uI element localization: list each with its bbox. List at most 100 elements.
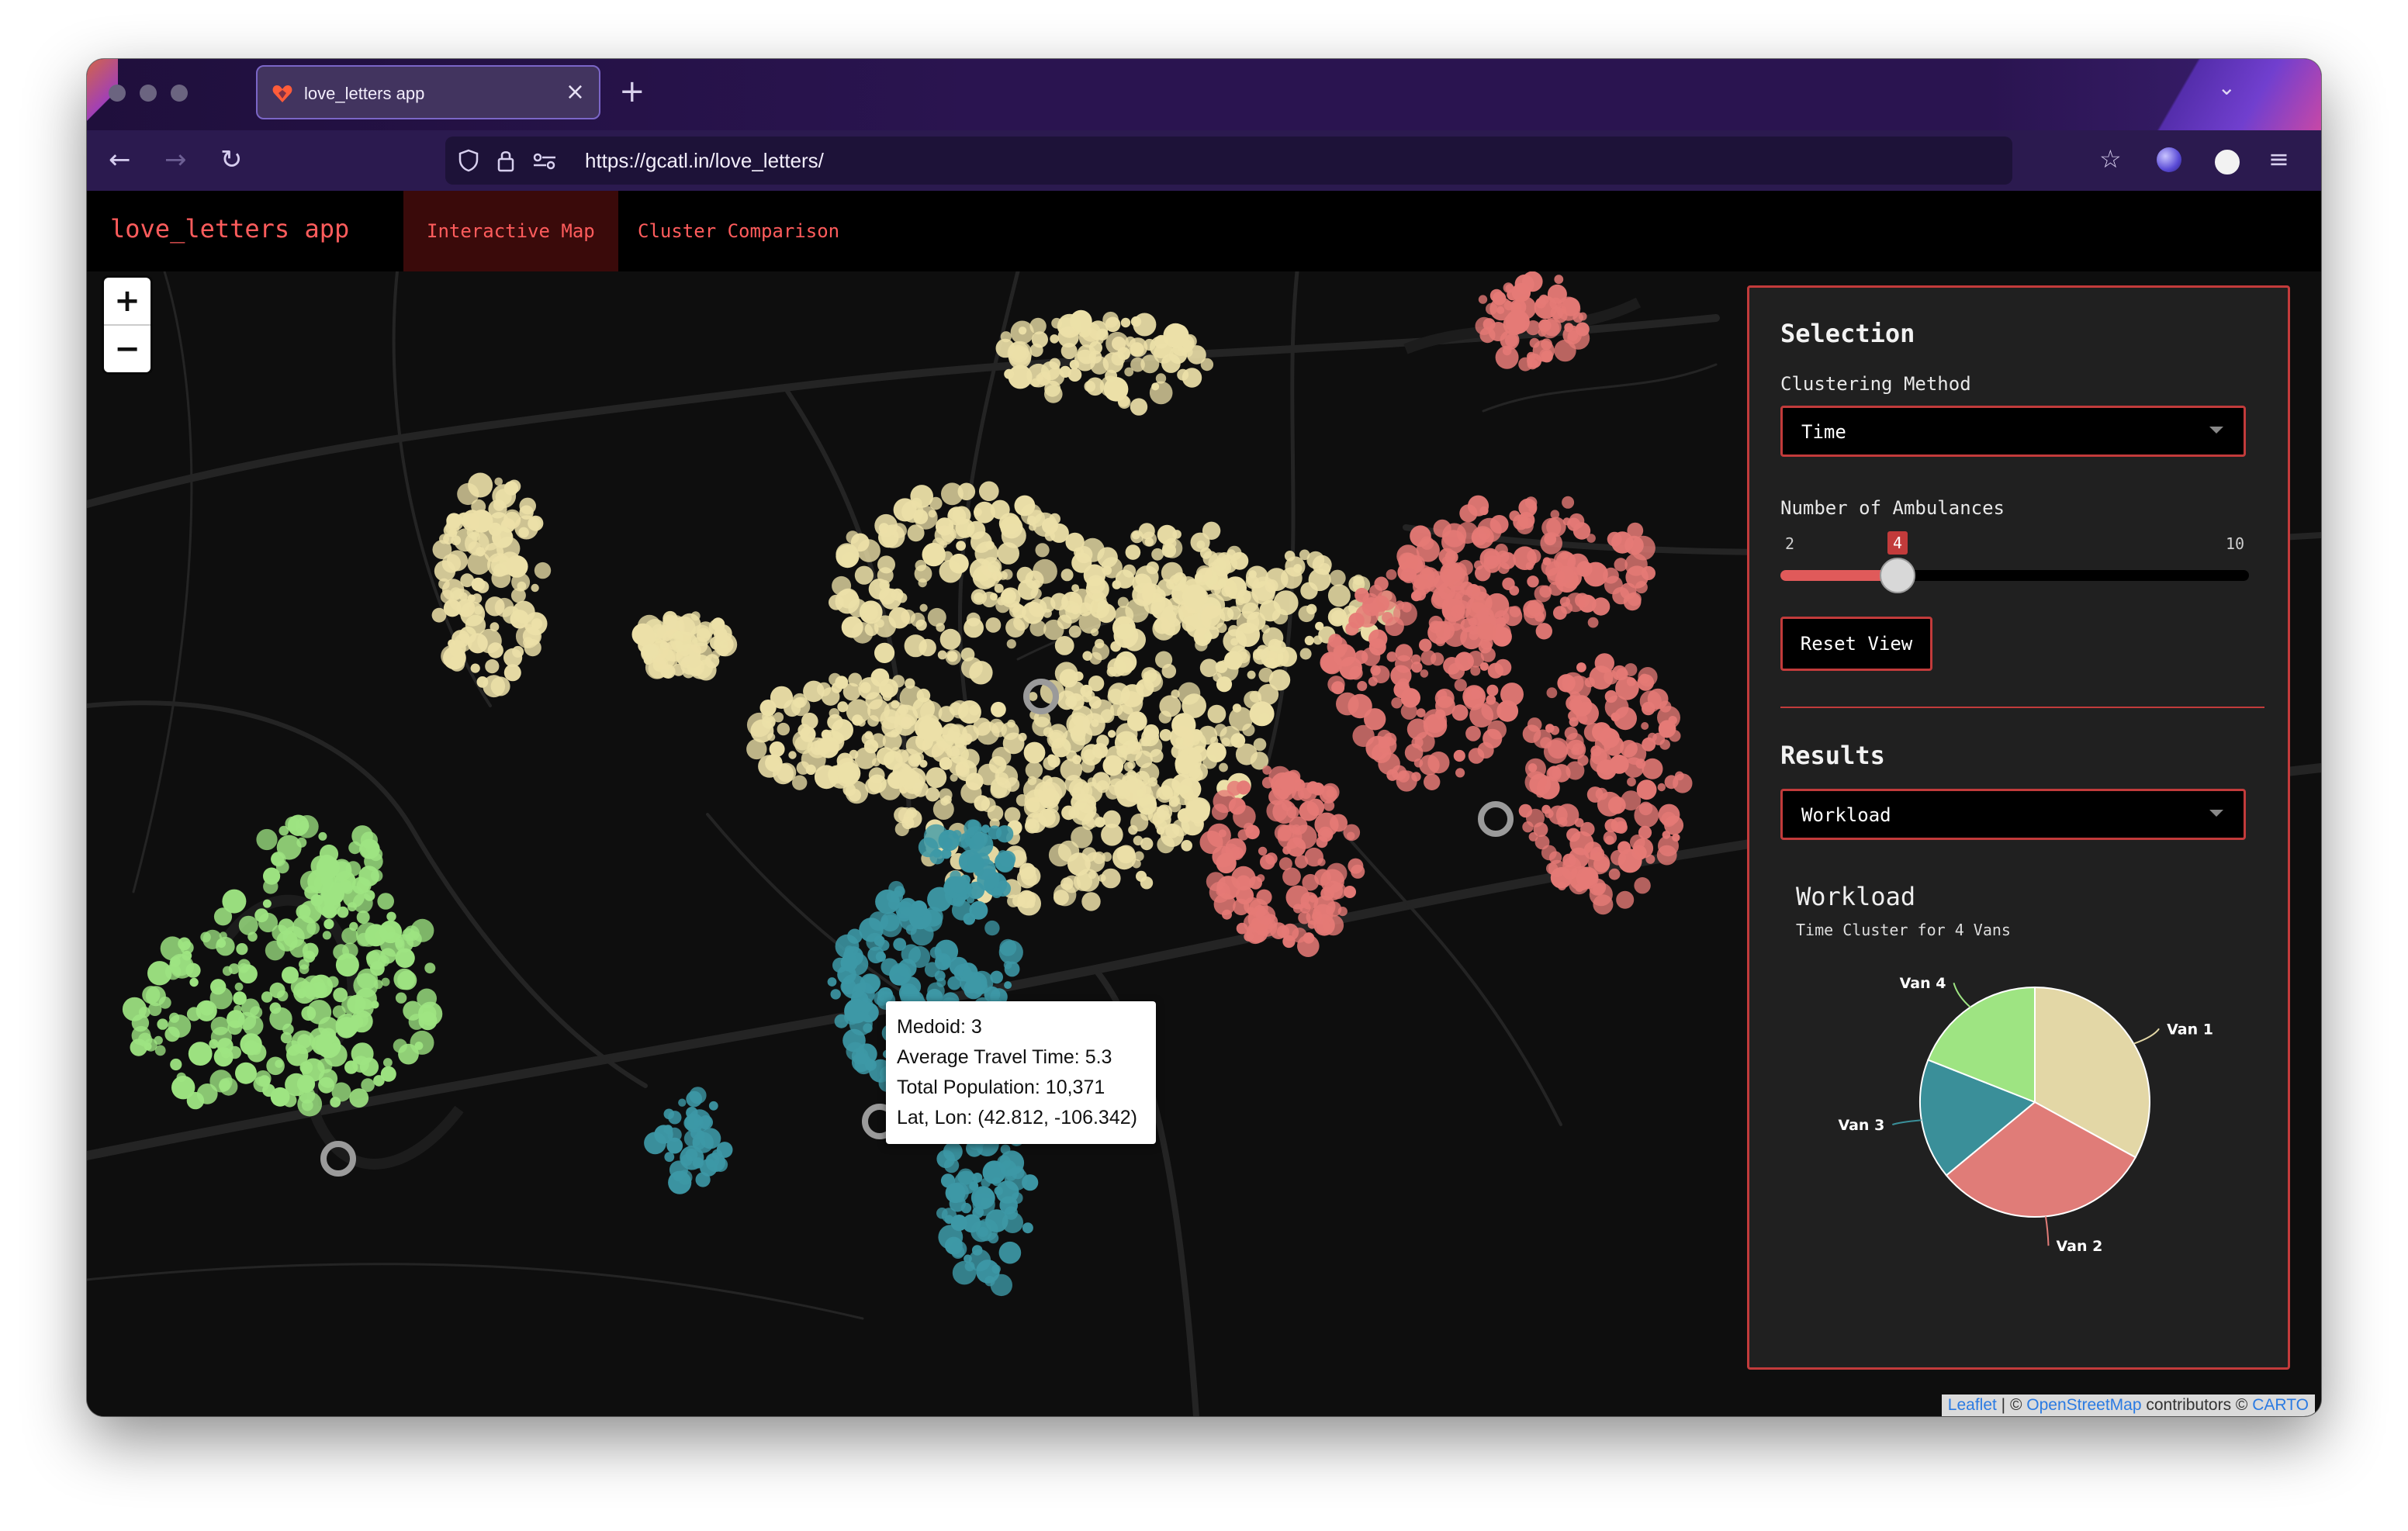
lock-icon[interactable] (496, 149, 515, 172)
cluster-point-van1[interactable] (1087, 777, 1097, 786)
cluster-point-van1[interactable] (939, 628, 961, 650)
app-brand[interactable]: love_letters app (110, 214, 349, 244)
cluster-point-van1[interactable] (871, 758, 881, 767)
cluster-point-van2[interactable] (1518, 804, 1533, 818)
cluster-point-van4[interactable] (342, 883, 353, 894)
cluster-point-van1[interactable] (449, 589, 473, 612)
cluster-point-van1[interactable] (1219, 762, 1228, 772)
cluster-point-van2[interactable] (1453, 749, 1465, 762)
cluster-point-van3[interactable] (688, 1109, 711, 1132)
cluster-point-van2[interactable] (1527, 575, 1539, 588)
cluster-point-van1[interactable] (500, 562, 514, 575)
cluster-point-van2[interactable] (1557, 674, 1576, 693)
cluster-point-van2[interactable] (1548, 766, 1562, 779)
cluster-point-van2[interactable] (1321, 828, 1331, 839)
cluster-point-van2[interactable] (1345, 622, 1359, 636)
cluster-point-van4[interactable] (307, 869, 332, 894)
cluster-point-van1[interactable] (1085, 377, 1105, 396)
cluster-point-van2[interactable] (1669, 730, 1681, 742)
cluster-point-van1[interactable] (460, 573, 475, 588)
cluster-point-van2[interactable] (1648, 732, 1657, 742)
cluster-point-van1[interactable] (1175, 753, 1195, 775)
cluster-point-van1[interactable] (1088, 676, 1105, 692)
cluster-point-van1[interactable] (1060, 569, 1074, 582)
cluster-point-van1[interactable] (914, 565, 932, 583)
cluster-point-van1[interactable] (913, 752, 925, 763)
cluster-point-van1[interactable] (1030, 588, 1042, 600)
cluster-point-van1[interactable] (1095, 638, 1105, 649)
cluster-point-van2[interactable] (1527, 549, 1541, 564)
cluster-point-van1[interactable] (1032, 579, 1040, 589)
cluster-point-van2[interactable] (1456, 521, 1479, 544)
cluster-point-van1[interactable] (1299, 549, 1310, 561)
cluster-point-van1[interactable] (471, 499, 486, 514)
cluster-point-van1[interactable] (452, 630, 470, 648)
cluster-point-van1[interactable] (960, 748, 980, 769)
cluster-point-van1[interactable] (1096, 780, 1109, 793)
cluster-point-van1[interactable] (1327, 584, 1351, 607)
cluster-point-van2[interactable] (1368, 638, 1386, 656)
cluster-point-van1[interactable] (1331, 610, 1345, 624)
cluster-point-van4[interactable] (344, 1060, 358, 1074)
cluster-point-van2[interactable] (1475, 316, 1493, 335)
cluster-point-van1[interactable] (877, 555, 895, 574)
cluster-point-van2[interactable] (1330, 883, 1347, 900)
cluster-point-van1[interactable] (534, 562, 552, 579)
cluster-point-van2[interactable] (1575, 322, 1590, 337)
cluster-point-van2[interactable] (1645, 854, 1656, 864)
cluster-point-van2[interactable] (1323, 800, 1335, 811)
cluster-point-van1[interactable] (904, 634, 927, 658)
cluster-point-van1[interactable] (1125, 544, 1141, 560)
cluster-point-van2[interactable] (1465, 725, 1481, 741)
address-bar[interactable]: https://gcatl.in/love_letters/ (445, 137, 2012, 185)
cluster-point-van2[interactable] (1343, 824, 1361, 842)
cluster-point-van2[interactable] (1256, 874, 1265, 883)
cluster-point-van2[interactable] (1315, 786, 1324, 795)
cluster-point-van3[interactable] (998, 850, 1009, 860)
cluster-point-van1[interactable] (669, 631, 692, 652)
cluster-point-van1[interactable] (1207, 704, 1226, 724)
cluster-point-van1[interactable] (868, 767, 885, 784)
cluster-point-van4[interactable] (299, 959, 310, 970)
cluster-point-van3[interactable] (977, 1226, 988, 1238)
cluster-point-van3[interactable] (911, 900, 928, 917)
cluster-point-van1[interactable] (1177, 368, 1189, 381)
cluster-point-van2[interactable] (1376, 590, 1396, 611)
cluster-point-van1[interactable] (1102, 810, 1121, 828)
cluster-point-van1[interactable] (1038, 782, 1063, 807)
cluster-point-van3[interactable] (1004, 981, 1012, 990)
cluster-point-van4[interactable] (341, 927, 358, 945)
cluster-point-van1[interactable] (1284, 551, 1296, 562)
cluster-point-van2[interactable] (1576, 561, 1593, 577)
cluster-point-van1[interactable] (1001, 721, 1019, 741)
cluster-point-van3[interactable] (951, 1245, 965, 1259)
cluster-point-van1[interactable] (1047, 368, 1065, 386)
cluster-point-van1[interactable] (474, 606, 483, 615)
cluster-point-van4[interactable] (296, 988, 306, 999)
cluster-point-van3[interactable] (830, 989, 841, 1000)
cluster-point-van1[interactable] (704, 654, 720, 669)
cluster-point-van1[interactable] (1005, 617, 1026, 638)
cluster-point-van2[interactable] (1661, 811, 1676, 828)
cluster-point-van4[interactable] (296, 1074, 316, 1094)
cluster-point-van4[interactable] (311, 1034, 333, 1056)
cluster-point-van3[interactable] (972, 1206, 984, 1218)
cluster-point-van2[interactable] (1400, 567, 1417, 583)
cluster-point-van1[interactable] (969, 704, 980, 716)
cluster-point-van2[interactable] (1479, 548, 1501, 569)
cluster-point-van4[interactable] (322, 931, 331, 940)
cluster-point-van2[interactable] (1627, 522, 1644, 539)
cluster-point-van1[interactable] (995, 772, 1009, 786)
cluster-point-van2[interactable] (1568, 710, 1579, 722)
cluster-point-van2[interactable] (1428, 615, 1444, 631)
cluster-point-van1[interactable] (900, 717, 913, 730)
cluster-point-van4[interactable] (323, 918, 334, 929)
cluster-point-van2[interactable] (1216, 886, 1226, 897)
cluster-point-van1[interactable] (886, 524, 894, 534)
cluster-point-van1[interactable] (1048, 843, 1072, 867)
cluster-point-van2[interactable] (1477, 607, 1494, 625)
cluster-point-van4[interactable] (297, 1034, 312, 1049)
cluster-point-van1[interactable] (1304, 635, 1314, 645)
cluster-point-van1[interactable] (1280, 567, 1303, 589)
cluster-point-van1[interactable] (531, 583, 539, 593)
